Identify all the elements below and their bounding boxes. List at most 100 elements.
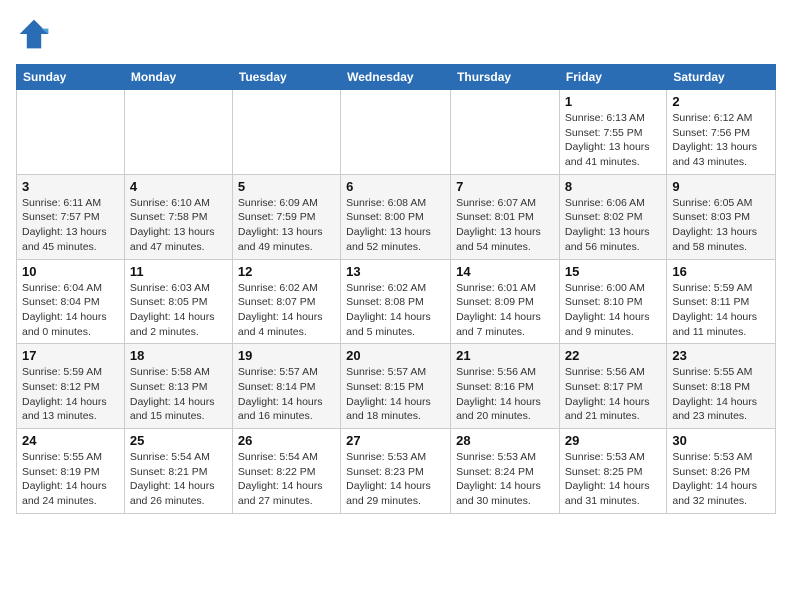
- logo: [16, 16, 56, 52]
- day-info: Sunrise: 6:13 AM Sunset: 7:55 PM Dayligh…: [565, 111, 661, 170]
- day-number: 21: [456, 348, 554, 363]
- day-number: 26: [238, 433, 335, 448]
- calendar-cell: 2 Sunrise: 6:12 AM Sunset: 7:56 PM Daylig…: [667, 90, 776, 175]
- calendar-cell: [232, 90, 340, 175]
- calendar-cell: 9 Sunrise: 6:05 AM Sunset: 8:03 PM Daylig…: [667, 174, 776, 259]
- day-info: Sunrise: 6:04 AM Sunset: 8:04 PM Dayligh…: [22, 281, 119, 340]
- day-info: Sunrise: 6:02 AM Sunset: 8:07 PM Dayligh…: [238, 281, 335, 340]
- calendar-cell: 18 Sunrise: 5:58 AM Sunset: 8:13 PM Dayli…: [124, 344, 232, 429]
- day-number: 6: [346, 179, 445, 194]
- calendar-cell: [451, 90, 560, 175]
- day-number: 14: [456, 264, 554, 279]
- day-info: Sunrise: 5:59 AM Sunset: 8:11 PM Dayligh…: [672, 281, 770, 340]
- weekday-header-monday: Monday: [124, 65, 232, 90]
- calendar-cell: 5Sunrise: 6:09 AM Sunset: 7:59 PM Daylig…: [232, 174, 340, 259]
- calendar-cell: 4 Sunrise: 6:10 AM Sunset: 7:58 PM Daylig…: [124, 174, 232, 259]
- calendar-cell: 28Sunrise: 5:53 AM Sunset: 8:24 PM Dayli…: [451, 429, 560, 514]
- calendar-cell: 29 Sunrise: 5:53 AM Sunset: 8:25 PM Dayli…: [559, 429, 666, 514]
- day-info: Sunrise: 5:54 AM Sunset: 8:21 PM Dayligh…: [130, 450, 227, 509]
- calendar-cell: 15Sunrise: 6:00 AM Sunset: 8:10 PM Dayli…: [559, 259, 666, 344]
- day-number: 19: [238, 348, 335, 363]
- day-number: 4: [130, 179, 227, 194]
- logo-icon: [16, 16, 52, 52]
- calendar-cell: [124, 90, 232, 175]
- day-number: 3: [22, 179, 119, 194]
- calendar-cell: 19 Sunrise: 5:57 AM Sunset: 8:14 PM Dayli…: [232, 344, 340, 429]
- day-info: Sunrise: 5:57 AM Sunset: 8:15 PM Dayligh…: [346, 365, 445, 424]
- day-info: Sunrise: 6:02 AM Sunset: 8:08 PM Dayligh…: [346, 281, 445, 340]
- day-number: 23: [672, 348, 770, 363]
- day-info: Sunrise: 6:10 AM Sunset: 7:58 PM Dayligh…: [130, 196, 227, 255]
- calendar-cell: [17, 90, 125, 175]
- calendar-cell: 27Sunrise: 5:53 AM Sunset: 8:23 PM Dayli…: [341, 429, 451, 514]
- calendar-week-row: 17 Sunrise: 5:59 AM Sunset: 8:12 PM Dayli…: [17, 344, 776, 429]
- calendar-cell: 14 Sunrise: 6:01 AM Sunset: 8:09 PM Dayli…: [451, 259, 560, 344]
- weekday-header-tuesday: Tuesday: [232, 65, 340, 90]
- day-info: Sunrise: 5:54 AM Sunset: 8:22 PM Dayligh…: [238, 450, 335, 509]
- day-number: 16: [672, 264, 770, 279]
- day-info: Sunrise: 6:03 AM Sunset: 8:05 PM Dayligh…: [130, 281, 227, 340]
- day-info: Sunrise: 6:07 AM Sunset: 8:01 PM Dayligh…: [456, 196, 554, 255]
- day-info: Sunrise: 5:56 AM Sunset: 8:16 PM Dayligh…: [456, 365, 554, 424]
- day-number: 8: [565, 179, 661, 194]
- day-number: 9: [672, 179, 770, 194]
- day-info: Sunrise: 5:55 AM Sunset: 8:18 PM Dayligh…: [672, 365, 770, 424]
- calendar-cell: 24Sunrise: 5:55 AM Sunset: 8:19 PM Dayli…: [17, 429, 125, 514]
- day-info: Sunrise: 5:59 AM Sunset: 8:12 PM Dayligh…: [22, 365, 119, 424]
- day-number: 27: [346, 433, 445, 448]
- calendar-cell: 26 Sunrise: 5:54 AM Sunset: 8:22 PM Dayli…: [232, 429, 340, 514]
- calendar-table: SundayMondayTuesdayWednesdayThursdayFrid…: [16, 64, 776, 514]
- calendar-cell: [341, 90, 451, 175]
- calendar-cell: 1 Sunrise: 6:13 AM Sunset: 7:55 PM Daylig…: [559, 90, 666, 175]
- day-info: Sunrise: 6:09 AM Sunset: 7:59 PM Dayligh…: [238, 196, 335, 255]
- day-number: 29: [565, 433, 661, 448]
- day-info: Sunrise: 6:08 AM Sunset: 8:00 PM Dayligh…: [346, 196, 445, 255]
- day-info: Sunrise: 6:01 AM Sunset: 8:09 PM Dayligh…: [456, 281, 554, 340]
- day-number: 7: [456, 179, 554, 194]
- day-number: 18: [130, 348, 227, 363]
- calendar-cell: 3 Sunrise: 6:11 AM Sunset: 7:57 PM Daylig…: [17, 174, 125, 259]
- day-number: 22: [565, 348, 661, 363]
- calendar-cell: 7 Sunrise: 6:07 AM Sunset: 8:01 PM Daylig…: [451, 174, 560, 259]
- calendar-cell: 8 Sunrise: 6:06 AM Sunset: 8:02 PM Daylig…: [559, 174, 666, 259]
- day-number: 28: [456, 433, 554, 448]
- calendar-week-row: 3 Sunrise: 6:11 AM Sunset: 7:57 PM Daylig…: [17, 174, 776, 259]
- calendar-week-row: 10 Sunrise: 6:04 AM Sunset: 8:04 PM Dayli…: [17, 259, 776, 344]
- calendar-cell: 25 Sunrise: 5:54 AM Sunset: 8:21 PM Dayli…: [124, 429, 232, 514]
- weekday-header-friday: Friday: [559, 65, 666, 90]
- calendar-cell: 6 Sunrise: 6:08 AM Sunset: 8:00 PM Daylig…: [341, 174, 451, 259]
- day-info: Sunrise: 6:05 AM Sunset: 8:03 PM Dayligh…: [672, 196, 770, 255]
- day-number: 17: [22, 348, 119, 363]
- calendar-cell: 21 Sunrise: 5:56 AM Sunset: 8:16 PM Dayli…: [451, 344, 560, 429]
- day-info: Sunrise: 5:57 AM Sunset: 8:14 PM Dayligh…: [238, 365, 335, 424]
- day-info: Sunrise: 5:53 AM Sunset: 8:26 PM Dayligh…: [672, 450, 770, 509]
- day-number: 13: [346, 264, 445, 279]
- weekday-header-thursday: Thursday: [451, 65, 560, 90]
- day-number: 30: [672, 433, 770, 448]
- calendar-cell: 20 Sunrise: 5:57 AM Sunset: 8:15 PM Dayli…: [341, 344, 451, 429]
- calendar-cell: 22 Sunrise: 5:56 AM Sunset: 8:17 PM Dayli…: [559, 344, 666, 429]
- day-number: 25: [130, 433, 227, 448]
- calendar-cell: 23 Sunrise: 5:55 AM Sunset: 8:18 PM Dayli…: [667, 344, 776, 429]
- weekday-header-sunday: Sunday: [17, 65, 125, 90]
- day-info: Sunrise: 5:53 AM Sunset: 8:25 PM Dayligh…: [565, 450, 661, 509]
- day-number: 20: [346, 348, 445, 363]
- day-number: 24: [22, 433, 119, 448]
- calendar-cell: 10 Sunrise: 6:04 AM Sunset: 8:04 PM Dayli…: [17, 259, 125, 344]
- day-info: Sunrise: 6:06 AM Sunset: 8:02 PM Dayligh…: [565, 196, 661, 255]
- calendar-cell: 17 Sunrise: 5:59 AM Sunset: 8:12 PM Dayli…: [17, 344, 125, 429]
- calendar-cell: 16 Sunrise: 5:59 AM Sunset: 8:11 PM Dayli…: [667, 259, 776, 344]
- day-info: Sunrise: 6:12 AM Sunset: 7:56 PM Dayligh…: [672, 111, 770, 170]
- day-info: Sunrise: 5:56 AM Sunset: 8:17 PM Dayligh…: [565, 365, 661, 424]
- day-number: 2: [672, 94, 770, 109]
- day-number: 10: [22, 264, 119, 279]
- calendar-cell: 12Sunrise: 6:02 AM Sunset: 8:07 PM Dayli…: [232, 259, 340, 344]
- weekday-header-saturday: Saturday: [667, 65, 776, 90]
- page-header: [16, 16, 776, 52]
- day-info: Sunrise: 6:11 AM Sunset: 7:57 PM Dayligh…: [22, 196, 119, 255]
- day-number: 1: [565, 94, 661, 109]
- calendar-header-row: SundayMondayTuesdayWednesdayThursdayFrid…: [17, 65, 776, 90]
- day-info: Sunrise: 5:58 AM Sunset: 8:13 PM Dayligh…: [130, 365, 227, 424]
- day-number: 15: [565, 264, 661, 279]
- weekday-header-wednesday: Wednesday: [341, 65, 451, 90]
